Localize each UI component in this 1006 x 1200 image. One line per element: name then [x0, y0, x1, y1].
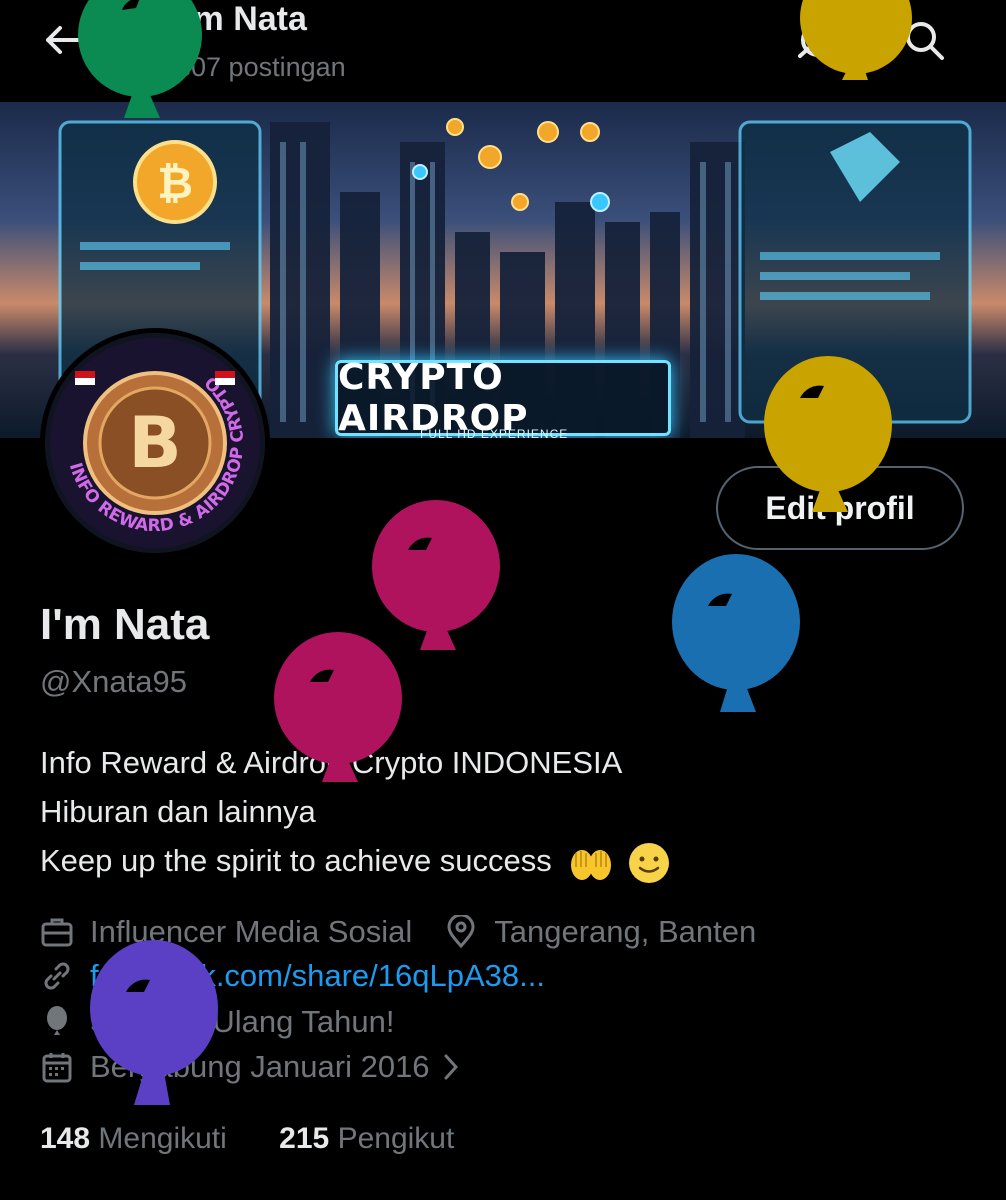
bio-line: Info Reward & Airdrop Crypto INDONESIA — [40, 745, 623, 780]
banner-title: CRYPTO AIRDROP — [338, 357, 529, 438]
profile-category: Influencer Media Sosial — [90, 914, 413, 949]
svg-text:₿: ₿ — [157, 158, 193, 209]
link-icon — [44, 962, 70, 990]
post-count: 307 postingan — [176, 52, 346, 82]
briefcase-icon — [41, 918, 73, 947]
meta-row-link: facebook.com/share/16qLpA38... — [40, 958, 545, 994]
raising-hands-icon — [571, 849, 612, 880]
profile-location: Tangerang, Banten — [494, 914, 757, 949]
bio-line: Hiburan dan lainnya — [40, 794, 316, 829]
display-name: I'm Nata — [40, 600, 210, 649]
birthday-text: Selamat Ulang Tahun! — [90, 1004, 395, 1039]
meta-row-joined[interactable]: Bergabung Januari 2016 — [40, 1049, 462, 1085]
grok-icon — [798, 22, 838, 58]
balloon-decoration-blue — [672, 554, 800, 712]
profile-link[interactable]: facebook.com/share/16qLpA38... — [90, 958, 545, 994]
meta-row-birthday: Selamat Ulang Tahun! — [40, 1004, 394, 1040]
search-icon — [906, 22, 944, 60]
balloon-decoration-magenta-1 — [372, 500, 500, 650]
balloon-icon — [47, 1006, 67, 1035]
meta-row-category-location: Influencer Media Sosial Tangerang, Bante… — [40, 914, 756, 950]
header-title: I'm Nata — [176, 0, 307, 38]
bio: Info Reward & Airdrop Crypto INDONESIA H… — [40, 738, 671, 885]
following-count: 148 — [40, 1122, 91, 1155]
avatar[interactable]: B INFO REWARD & AIRDROP CRYPTO — [40, 328, 270, 558]
avatar-coin-symbol: B — [128, 402, 181, 484]
bio-line-3: Keep up the spirit to achieve success — [40, 836, 671, 885]
location-pin-icon — [447, 915, 475, 949]
followers-label: Pengikut — [337, 1122, 455, 1155]
smiling-face-icon — [629, 842, 670, 883]
follow-stats: 148 Mengikuti 215 Pengikut — [40, 1122, 454, 1156]
following-label: Mengikuti — [98, 1122, 227, 1155]
banner-subtitle: FULL HD EXPERIENCE — [420, 427, 569, 438]
banner-title-box: CRYPTO AIRDROP — [335, 357, 671, 438]
top-bar: I'm Nata 307 postingan — [0, 0, 1006, 100]
back-button[interactable] — [40, 18, 84, 62]
following-link[interactable]: 148 Mengikuti — [40, 1122, 227, 1155]
edit-profile-button[interactable]: Edit profil — [716, 466, 964, 550]
arrow-left-icon — [46, 26, 82, 54]
chevron-right-icon — [444, 1054, 458, 1080]
grok-button[interactable] — [794, 16, 842, 64]
user-handle: @Xnata95 — [40, 664, 187, 699]
avatar-bitcoin-logo: B INFO REWARD & AIRDROP CRYPTO — [45, 333, 265, 553]
followers-link[interactable]: 215 Pengikut — [279, 1122, 454, 1155]
followers-count: 215 — [279, 1122, 330, 1155]
search-button[interactable] — [900, 16, 948, 64]
calendar-icon — [42, 1053, 72, 1083]
joined-date: Bergabung Januari 2016 — [90, 1049, 430, 1084]
bio-line: Keep up the spirit to achieve success — [40, 843, 552, 878]
